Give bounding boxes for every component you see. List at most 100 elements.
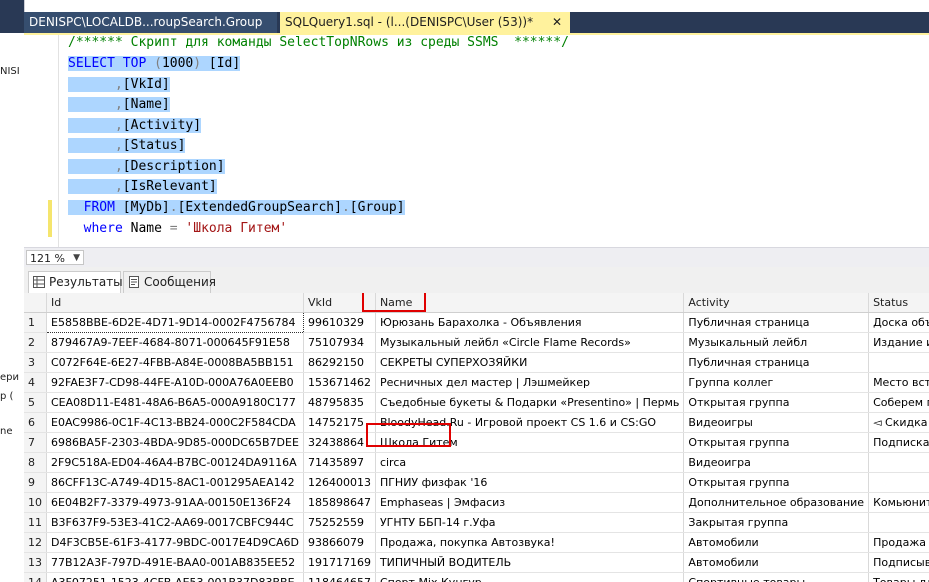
table-row[interactable]: 10 6E04B2F7-3379-4973-91AA-00150E136F24 18… [24, 492, 929, 513]
cell-vkid[interactable]: 185898647 [303, 492, 376, 513]
cell-id[interactable]: B3F637F9-53E3-41C2-AA69-0017CBFC944C [46, 512, 304, 533]
cell-activity[interactable]: Публичная страница [683, 312, 870, 333]
cell-vkid[interactable]: 86292150 [303, 352, 376, 373]
cell-status[interactable]: Подписывайся 🚗 [868, 552, 929, 573]
table-row[interactable]: 4 92FAE3F7-CD98-44FE-A10D-000A76A0EEB0 153… [24, 372, 929, 393]
row-number[interactable]: 1 [24, 312, 47, 333]
cell-vkid[interactable]: 14752175 [303, 412, 376, 433]
row-number[interactable]: 6 [24, 412, 47, 433]
table-row[interactable]: 8 2F9C518A-ED04-46A4-B7BC-00124DA9116A 714… [24, 452, 929, 473]
cell-vkid[interactable]: 118464657 [303, 572, 376, 582]
table-row[interactable]: 9 86CFF13C-A749-4D15-8AC1-001295AEA142 126… [24, 472, 929, 493]
cell-vkid[interactable]: 48795835 [303, 392, 376, 413]
object-explorer-fragment[interactable]: ери [0, 372, 19, 383]
cell-vkid[interactable]: 126400013 [303, 472, 376, 493]
table-row[interactable]: 12 D4F3CB5E-61F3-4177-9BDC-0017E4D9CA6D 93… [24, 532, 929, 553]
cell-name[interactable]: Ресничных дел мастер | Лэшмейкер [375, 372, 685, 393]
row-number[interactable]: 14 [24, 572, 47, 582]
cell-name[interactable]: Юрюзань Барахолка - Объявления [375, 312, 685, 333]
cell-activity[interactable]: Видеоигра [683, 452, 870, 473]
cell-status[interactable]: Издание и продвижение [868, 332, 929, 353]
row-number[interactable]: 2 [24, 332, 47, 353]
row-number[interactable]: 4 [24, 372, 47, 393]
cell-id[interactable]: E0AC9986-0C1F-4C13-BB24-000C2F584CDA [46, 412, 304, 433]
results-grid[interactable]: Id VkId Name Activity Status 1 E5858BBE-6… [24, 293, 929, 582]
table-row[interactable]: 7 6986BA5F-2303-4BDA-9D85-000DC65B7DEE 324… [24, 432, 929, 453]
cell-name[interactable]: ТИПИЧНЫЙ ВОДИТЕЛЬ [375, 552, 685, 573]
cell-vkid[interactable]: 32438864 [303, 432, 376, 453]
cell-status[interactable]: Продажа АГМ аккумуляторов [868, 532, 929, 553]
cell-id[interactable]: 6986BA5F-2303-4BDA-9D85-000DC65B7DEE [46, 432, 304, 453]
cell-id[interactable]: 86CFF13C-A749-4D15-8AC1-001295AEA142 [46, 472, 304, 493]
cell-status[interactable]: Товары для спорта, туризма [868, 572, 929, 582]
row-number[interactable]: 8 [24, 452, 47, 473]
cell-activity[interactable]: Спортивные товары [683, 572, 870, 582]
cell-id[interactable]: E5858BBE-6D2E-4D71-9D14-0002F4756784 [46, 312, 304, 333]
column-header-status[interactable]: Status [868, 293, 929, 313]
cell-status[interactable] [868, 352, 929, 373]
cell-status[interactable]: Подписка = +🎁 к карме [868, 432, 929, 453]
column-header-id[interactable]: Id [46, 293, 304, 313]
cell-id[interactable]: 6E04B2F7-3379-4973-91AA-00150E136F24 [46, 492, 304, 513]
tab-sql-query[interactable]: SQLQuery1.sql - (l...(DENISPC\User (53))… [280, 12, 570, 33]
row-number[interactable]: 9 [24, 472, 47, 493]
table-row[interactable]: 2 879467A9-7EEF-4684-8071-000645F91E58 751… [24, 332, 929, 353]
row-number[interactable]: 3 [24, 352, 47, 373]
cell-vkid[interactable]: 75107934 [303, 332, 376, 353]
cell-activity[interactable]: Автомобили [683, 532, 870, 553]
row-number[interactable]: 11 [24, 512, 47, 533]
row-number[interactable]: 12 [24, 532, 47, 553]
cell-vkid[interactable]: 99610329 [303, 312, 376, 333]
table-row[interactable]: 1 E5858BBE-6D2E-4D71-9D14-0002F4756784 996… [24, 312, 929, 333]
cell-status[interactable]: Место встречи любителей [868, 372, 929, 393]
cell-activity[interactable]: Открытая группа [683, 472, 870, 493]
cell-id[interactable]: 92FAE3F7-CD98-44FE-A10D-000A76A0EEB0 [46, 372, 304, 393]
cell-status[interactable] [868, 512, 929, 533]
cell-activity[interactable]: Дополнительное образование [683, 492, 870, 513]
chevron-down-icon[interactable]: ▼ [73, 251, 80, 266]
cell-activity[interactable]: Закрытая группа [683, 512, 870, 533]
cell-vkid[interactable]: 71435897 [303, 452, 376, 473]
cell-vkid[interactable]: 75252559 [303, 512, 376, 533]
zoom-select[interactable]: 121 % ▼ [26, 250, 84, 265]
cell-vkid[interactable]: 153671462 [303, 372, 376, 393]
table-row[interactable]: 3 C072F64E-6E27-4FBB-A84E-0008BA5BB151 862… [24, 352, 929, 373]
table-row[interactable]: 5 CEA08D11-E481-48A6-B6A5-000A9180C177 487… [24, 392, 929, 413]
cell-name[interactable]: Музыкальный лейбл «Circle Flame Records» [375, 332, 685, 353]
table-row[interactable]: 6 E0AC9986-0C1F-4C13-BB24-000C2F584CDA 147… [24, 412, 929, 433]
cell-id[interactable]: A3F07251-1523-4CFB-AE53-001B37D83BBE [46, 572, 304, 582]
cell-status[interactable]: Соберем подарок на любой [868, 392, 929, 413]
query-editor[interactable]: /****** Скрипт для команды SelectTopNRow… [24, 35, 929, 247]
cell-status[interactable]: Комьюнити музыкальных [868, 492, 929, 513]
cell-id[interactable]: C072F64E-6E27-4FBB-A84E-0008BA5BB151 [46, 352, 304, 373]
row-number[interactable]: 7 [24, 432, 47, 453]
cell-name[interactable]: ПГНИУ физфак '16 [375, 472, 685, 493]
row-number[interactable]: 10 [24, 492, 47, 513]
column-header-activity[interactable]: Activity [683, 293, 870, 313]
cell-activity[interactable]: Открытая группа [683, 432, 870, 453]
grid-corner[interactable] [24, 293, 47, 313]
cell-name[interactable]: Продажа, покупка Автозвука! [375, 532, 685, 553]
cell-vkid[interactable]: 93866079 [303, 532, 376, 553]
cell-id[interactable]: 2F9C518A-ED04-46A4-B7BC-00124DA9116A [46, 452, 304, 473]
cell-id[interactable]: CEA08D11-E481-48A6-B6A5-000A9180C177 [46, 392, 304, 413]
cell-status[interactable]: ◅ Скидка на первый [868, 412, 929, 433]
cell-activity[interactable]: Автомобили [683, 552, 870, 573]
cell-status[interactable] [868, 472, 929, 493]
cell-id[interactable]: 77B12A3F-797D-491E-BAA0-001AB835EE52 [46, 552, 304, 573]
cell-name[interactable]: УГНТУ ББП-14 г.Уфа [375, 512, 685, 533]
cell-status[interactable]: Доска объявлений. [868, 312, 929, 333]
object-explorer-fragment[interactable]: NISI [0, 66, 20, 77]
cell-id[interactable]: 879467A9-7EEF-4684-8071-000645F91E58 [46, 332, 304, 353]
cell-status[interactable] [868, 452, 929, 473]
row-number[interactable]: 13 [24, 552, 47, 573]
close-icon[interactable]: ✕ [552, 12, 562, 33]
table-row[interactable]: 13 77B12A3F-797D-491E-BAA0-001AB835EE52 19… [24, 552, 929, 573]
cell-name[interactable]: Спорт Mix Кунгур [375, 572, 685, 582]
cell-name[interactable]: circa [375, 452, 685, 473]
tab-table-view[interactable]: DENISPC\LOCALDB...roupSearch.Group [24, 12, 277, 33]
cell-activity[interactable]: Видеоигры [683, 412, 870, 433]
object-explorer-fragment[interactable]: ne [0, 426, 13, 437]
tab-results[interactable]: Результаты [28, 271, 123, 293]
cell-name[interactable]: Съедобные букеты & Подарки «Presentino» … [375, 392, 685, 413]
